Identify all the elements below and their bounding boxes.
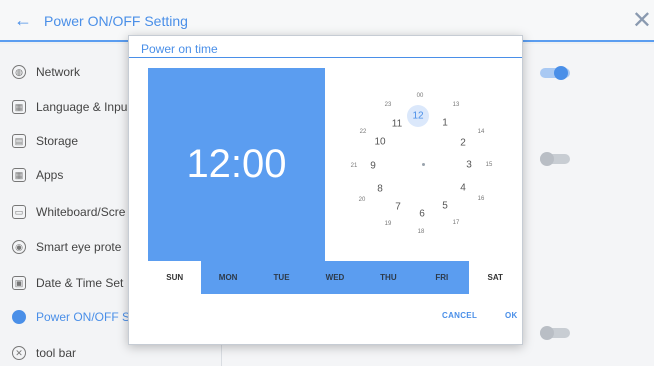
- close-icon[interactable]: ✕: [632, 6, 652, 35]
- dialog-title: Power on time: [141, 42, 218, 56]
- keyboard-icon: ▦: [12, 100, 26, 114]
- toggle-knob: [554, 66, 568, 80]
- clock-hour-6[interactable]: 6: [419, 209, 425, 220]
- toggle-knob: [540, 326, 554, 340]
- clock-hour-8[interactable]: 8: [377, 184, 383, 195]
- clock-hour-3[interactable]: 3: [466, 160, 472, 171]
- whiteboard-icon: ▭: [12, 205, 26, 219]
- calendar-icon: ▣: [12, 276, 26, 290]
- day-fri[interactable]: FRI: [415, 261, 469, 294]
- clock-hour-1[interactable]: 1: [442, 118, 448, 129]
- time-display-panel: 12:00: [148, 68, 325, 261]
- sidebar-item-label: Smart eye prote: [36, 240, 122, 254]
- sidebar-item-label: Date & Time Set: [36, 276, 124, 290]
- clock-hour-16[interactable]: 16: [478, 196, 485, 202]
- day-mon[interactable]: MON: [201, 261, 255, 294]
- clock-hour-10[interactable]: 10: [374, 137, 385, 148]
- clock-hour-2[interactable]: 2: [460, 138, 466, 149]
- clock-hour-19[interactable]: 19: [385, 221, 392, 227]
- day-tue[interactable]: TUE: [254, 261, 309, 294]
- day-sat[interactable]: SAT: [468, 261, 522, 294]
- eye-icon: ◉: [12, 240, 26, 254]
- day-sun[interactable]: SUN: [148, 261, 202, 294]
- clock-hour-12[interactable]: 12: [412, 111, 423, 122]
- clock-center-dot: [422, 163, 425, 166]
- cancel-button[interactable]: CANCEL: [442, 311, 477, 320]
- day-wed[interactable]: WED: [308, 261, 362, 294]
- apps-grid-icon: ▦: [12, 168, 26, 182]
- clock-hour-7[interactable]: 7: [395, 202, 401, 213]
- ok-button[interactable]: OK: [505, 311, 518, 320]
- sidebar-item-label: Language & Inpu: [36, 100, 128, 114]
- selected-time[interactable]: 12:00: [148, 142, 325, 187]
- sidebar-item-label: Network: [36, 65, 81, 79]
- sidebar-item-label: tool bar: [36, 346, 77, 360]
- clock-hour-17[interactable]: 17: [453, 220, 460, 226]
- clock-hour-4[interactable]: 4: [460, 183, 466, 194]
- clock-hour-23[interactable]: 23: [385, 102, 392, 108]
- sidebar-item-label: Power ON/OFF S: [36, 310, 131, 324]
- clock-hour-13[interactable]: 13: [453, 102, 460, 108]
- globe-icon: ◍: [12, 65, 26, 79]
- back-arrow-icon[interactable]: ←: [14, 10, 32, 31]
- power-on-time-dialog: Power on time 12:00 12 1 2 3 4 5 6 7 8 9…: [128, 35, 523, 345]
- sidebar-item-label: Apps: [36, 168, 64, 182]
- clock-hour-22[interactable]: 22: [360, 129, 367, 135]
- clock-hour-20[interactable]: 20: [359, 197, 366, 203]
- clock-hour-21[interactable]: 21: [351, 163, 358, 169]
- clock-hour-14[interactable]: 14: [478, 129, 485, 135]
- clock-hour-5[interactable]: 5: [442, 201, 448, 212]
- power-icon: [12, 310, 26, 324]
- sidebar-item-label: Whiteboard/Scre: [36, 205, 126, 219]
- dialog-divider: [129, 57, 522, 58]
- clock-hour-15[interactable]: 15: [486, 162, 493, 168]
- storage-icon: ▤: [12, 134, 26, 148]
- toggle-knob: [540, 152, 554, 166]
- clock-hour-11[interactable]: 11: [392, 119, 402, 130]
- clock-hour-00[interactable]: 00: [417, 93, 424, 99]
- clock-face[interactable]: 12 1 2 3 4 5 6 7 8 9 10 11 00 13 14 15 1…: [325, 68, 522, 261]
- tool-icon: ✕: [12, 346, 26, 360]
- weekday-selector: SUN MON TUE WED THU FRI SAT: [148, 261, 522, 294]
- day-thu[interactable]: THU: [361, 261, 416, 294]
- clock-hour-9[interactable]: 9: [370, 161, 376, 172]
- page-title: Power ON/OFF Setting: [44, 13, 188, 29]
- sidebar-item-label: Storage: [36, 134, 79, 148]
- clock-hour-18[interactable]: 18: [418, 229, 425, 235]
